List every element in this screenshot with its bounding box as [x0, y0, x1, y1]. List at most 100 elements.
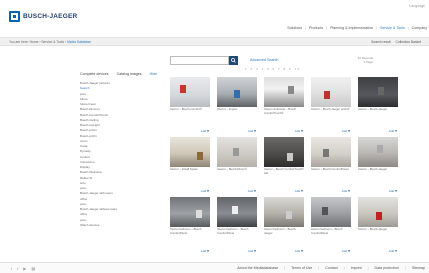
media-thumbnail[interactable] — [264, 77, 304, 107]
media-actions: Add ♥ — [295, 189, 303, 193]
nav-planning[interactable]: Planning & Implementation — [330, 26, 373, 30]
youtube-icon[interactable]: ▶ — [23, 266, 26, 271]
media-caption: Interior Ambiente – Busch ComfortTouch® — [264, 107, 297, 115]
media-thumbnail[interactable] — [217, 137, 257, 167]
heart-icon[interactable]: ♥ — [253, 189, 256, 193]
pagination[interactable]: 1 2 3 4 5 6 7 8 9 10 — [245, 67, 301, 71]
heart-icon[interactable]: ♥ — [394, 189, 397, 193]
media-thumbnail[interactable] — [311, 77, 351, 107]
media-thumbnail[interactable] — [264, 197, 304, 227]
breadcrumb-bar: You are here: Home › Service & Tools › M… — [0, 37, 429, 46]
media-thumbnail[interactable] — [358, 197, 398, 227]
footer-separator: | — [404, 266, 406, 270]
media-card: Interior – Busch-Jaeger Add ♥ — [358, 77, 398, 137]
search-input[interactable] — [170, 56, 229, 65]
thumbnail-detail — [287, 153, 293, 161]
footer-separator: | — [367, 266, 369, 270]
heart-icon[interactable]: ♥ — [347, 249, 350, 253]
breadcrumb-home[interactable]: Home — [30, 40, 39, 44]
heart-icon[interactable]: ♥ — [253, 129, 256, 133]
language-selector[interactable]: Language — [409, 4, 425, 8]
footer-link-terms[interactable]: Terms of Use — [291, 266, 312, 270]
search-button[interactable] — [229, 56, 238, 65]
breadcrumb-prefix: You are here: — [9, 40, 29, 44]
footer-link-about[interactable]: About the Mediadatabase — [237, 266, 278, 270]
nav-separator: | — [326, 26, 328, 30]
media-thumbnail[interactable] — [311, 197, 351, 227]
media-card: Interior – Busch ComfortTouch® Aid Add ♥ — [264, 137, 304, 197]
collection-basket-link[interactable]: Collection Basket — [396, 40, 421, 44]
media-thumbnail[interactable] — [170, 137, 210, 167]
media-caption: Interior – Busch-Jaeger — [358, 167, 388, 171]
footer-separator: | — [343, 266, 345, 270]
media-thumbnail[interactable] — [217, 77, 257, 107]
media-actions: Add ♥ — [201, 249, 209, 253]
nav-products[interactable]: Products — [309, 26, 323, 30]
footer-link-imprint[interactable]: Imprint — [351, 266, 362, 270]
footer-separator: | — [284, 266, 286, 270]
grid-icon[interactable]: ▦ — [31, 266, 35, 271]
media-thumbnail[interactable] — [311, 137, 351, 167]
tab-catalog-images[interactable]: Catalog images — [117, 72, 142, 76]
heart-icon[interactable]: ♥ — [394, 129, 397, 133]
media-card: Interior bedroom – Busch-Jaeger Add ♥ — [264, 197, 304, 257]
twitter-icon[interactable]: t — [17, 266, 18, 271]
brand-name: BUSCH-JAEGER — [23, 12, 78, 20]
heart-icon[interactable]: ♥ — [206, 189, 209, 193]
media-actions: Add ♥ — [295, 249, 303, 253]
nav-separator: | — [376, 26, 377, 30]
media-card: Interior bedroom – Busch ComfortPanel Add… — [311, 197, 351, 257]
footer-link-contact[interactable]: Contact — [325, 266, 337, 270]
category-tree: Busch-Jaeger pictures Search pure future fut… — [80, 81, 150, 228]
media-thumbnail[interactable] — [264, 137, 304, 167]
media-card: Interior bedroom – Busch ComfortPanel Add… — [217, 197, 257, 257]
sidebar-tabs: Complete devices Catalog images Hide — [80, 72, 164, 76]
thumbnail-detail — [234, 90, 240, 98]
thumbnail-detail — [196, 210, 202, 218]
heart-icon[interactable]: ♥ — [253, 249, 256, 253]
media-caption: Interior – Busch-Jaeger — [358, 227, 388, 231]
tab-complete-devices[interactable]: Complete devices — [80, 72, 109, 76]
heart-icon[interactable]: ♥ — [300, 129, 303, 133]
nav-service-tools[interactable]: Service & Tools — [380, 26, 405, 30]
heart-icon[interactable]: ♥ — [300, 189, 303, 193]
nav-solutions[interactable]: Solutions — [287, 26, 302, 30]
search-result-link[interactable]: Search result — [371, 40, 390, 44]
busch-jaeger-logo[interactable]: BUSCH-JAEGER — [9, 10, 77, 22]
advanced-search-link[interactable]: Advanced Search — [250, 58, 278, 62]
facebook-icon[interactable]: f — [11, 266, 12, 271]
brand-mark-icon — [9, 10, 20, 22]
media-caption: Interior – Busch-Jaeger — [358, 107, 388, 111]
heart-icon[interactable]: ♥ — [206, 129, 209, 133]
tree-item[interactable]: Watch devices — [80, 223, 150, 228]
thumbnail-detail — [197, 152, 203, 160]
thumbnail-detail — [288, 86, 294, 94]
thumbnail-detail — [324, 91, 330, 99]
breadcrumb-current: Media Database — [66, 40, 91, 44]
footer-links: About the Mediadatabase | Terms of Use |… — [232, 266, 425, 270]
media-actions: Add ♥ — [248, 249, 256, 253]
breadcrumb-service-tools[interactable]: Service & Tools — [41, 40, 64, 44]
heart-icon[interactable]: ♥ — [300, 249, 303, 253]
footer-link-data-protection[interactable]: Data protection — [375, 266, 399, 270]
media-thumbnail[interactable] — [358, 137, 398, 167]
media-thumbnail[interactable] — [358, 77, 398, 107]
heart-icon[interactable]: ♥ — [347, 129, 350, 133]
hide-sidebar-link[interactable]: Hide — [150, 72, 157, 76]
media-thumbnail[interactable] — [170, 197, 210, 227]
media-actions: Add ♥ — [342, 129, 350, 133]
media-thumbnail[interactable] — [170, 77, 210, 107]
media-actions: Add ♥ — [201, 129, 209, 133]
heart-icon[interactable]: ♥ — [394, 249, 397, 253]
media-caption: Interior – Impres — [217, 107, 238, 111]
heart-icon[interactable]: ♥ — [347, 189, 350, 193]
nav-company[interactable]: Company — [412, 26, 427, 30]
site-footer: f t ▶ ▦ About the Mediadatabase | Terms … — [0, 262, 429, 273]
media-card: Interior – Busch-comfort® Add ♥ — [170, 77, 210, 137]
media-caption: Interior bedroom – Busch ComfortPanel — [217, 227, 249, 235]
heart-icon[interactable]: ♥ — [206, 249, 209, 253]
footer-link-sitemap[interactable]: Sitemap — [412, 266, 425, 270]
main-navigation: Solutions | Products | Planning & Implem… — [284, 26, 427, 30]
media-thumbnail[interactable] — [217, 197, 257, 227]
media-card: Interior – Busch-Jaeger priOn® Add ♥ — [311, 77, 351, 137]
